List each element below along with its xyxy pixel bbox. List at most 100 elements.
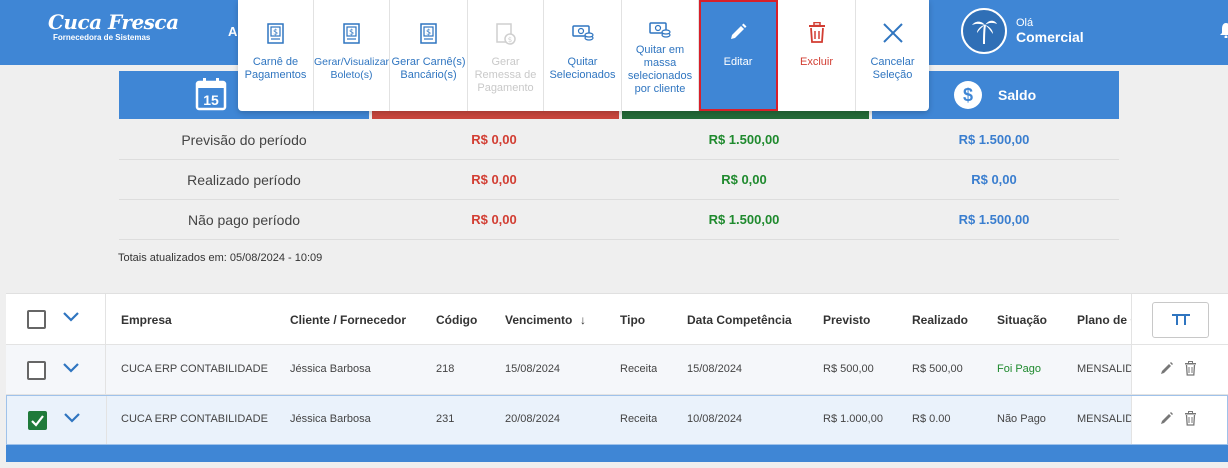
editar-label: Editar [723, 56, 753, 68]
chevron-down-icon[interactable] [64, 413, 80, 423]
cell-vencimento: 15/08/2024 [505, 363, 561, 375]
document-icon: $ [342, 22, 362, 48]
summary-value-blue: R$ 0,00 [971, 172, 1017, 187]
nav-menu-item[interactable]: A [228, 24, 237, 39]
cell-previsto: R$ 500,00 [823, 363, 874, 375]
gerar-boleto-label: Gerar/Visualizar Boleto(s) [313, 56, 390, 81]
totals-updated-text: Totais atualizados em: 05/08/2024 - 10:0… [118, 252, 323, 264]
quitar-selecionados-button[interactable]: Quitar Selecionados [544, 0, 622, 111]
saldo-label: Saldo [998, 87, 1037, 103]
cell-vencimento: 20/08/2024 [505, 413, 561, 425]
trash-icon[interactable] [1184, 361, 1197, 376]
gerar-remessa-label: Gerar Remessa de Pagamento [474, 56, 537, 94]
col-realizado[interactable]: Realizado [912, 313, 968, 327]
gerar-carne-bancario-label: Gerar Carnê(s) Bancário(s) [391, 56, 466, 81]
user-name: Comercial [1016, 29, 1084, 45]
col-plano[interactable]: Plano de C [1077, 313, 1131, 327]
carne-pagamentos-button[interactable]: $ Carnê de Pagamentos [238, 0, 314, 111]
summary-value-green: R$ 0,00 [721, 172, 767, 187]
avatar [961, 8, 1007, 54]
trash-icon[interactable] [1184, 411, 1197, 426]
cell-realizado: R$ 500,00 [912, 363, 963, 375]
row-actions-cell [1131, 396, 1227, 444]
calendar-icon: 15 [195, 77, 227, 115]
quitar-massa-button[interactable]: Quitar em massa selecionados por cliente [622, 0, 699, 111]
gerar-carne-bancario-button[interactable]: $ Gerar Carnê(s) Bancário(s) [390, 0, 468, 111]
col-situacao[interactable]: Situação [997, 313, 1047, 327]
cell-situacao: Foi Pago [997, 363, 1042, 375]
quitar-massa-label: Quitar em massa selecionados por cliente [627, 44, 693, 95]
selection-action-toolbar: $ Carnê de Pagamentos $ Gerar/Visualizar… [238, 0, 929, 111]
cell-cliente: Jéssica Barbosa [290, 363, 371, 375]
gerar-boleto-button[interactable]: $ Gerar/Visualizar Boleto(s) [314, 0, 390, 111]
cell-realizado: R$ 0.00 [912, 413, 951, 425]
document-money-icon: $ [495, 22, 517, 48]
select-all-checkbox[interactable] [27, 310, 46, 329]
palm-tree-icon [972, 20, 997, 45]
col-previsto[interactable]: Previsto [823, 313, 870, 327]
col-cliente[interactable]: Cliente / Fornecedor [290, 313, 406, 327]
header-actions-cell [1131, 294, 1228, 344]
sort-desc-icon[interactable]: ↓ [580, 313, 586, 327]
col-data-competencia[interactable]: Data Competência [687, 313, 792, 327]
column-settings-button[interactable] [1152, 302, 1209, 338]
cell-codigo: 218 [436, 363, 455, 375]
user-greeting: Olá [1016, 17, 1034, 29]
row-select-cell [6, 345, 106, 394]
cell-empresa: CUCA ERP CONTABILIDADE [121, 363, 268, 375]
excluir-label: Excluir [799, 56, 833, 68]
editar-button[interactable]: Editar [699, 0, 778, 111]
col-empresa[interactable]: Empresa [121, 313, 172, 327]
header-select-cell [6, 294, 106, 344]
summary-value-green: R$ 1.500,00 [708, 132, 780, 147]
col-tipo[interactable]: Tipo [620, 313, 645, 327]
col-codigo[interactable]: Código [436, 313, 477, 327]
pencil-icon [728, 22, 748, 48]
quitar-selecionados-label: Quitar Selecionados [549, 56, 616, 81]
row-checkbox[interactable] [28, 411, 47, 430]
summary-row: Previsão do período R$ 0,00 R$ 1.500,00 … [119, 120, 1119, 160]
table-row[interactable]: CUCA ERP CONTABILIDADE Jéssica Barbosa 2… [6, 395, 1228, 445]
summary-value-red: R$ 0,00 [471, 132, 517, 147]
row-checkbox[interactable] [27, 361, 46, 380]
summary-row: Realizado período R$ 0,00 R$ 0,00 R$ 0,0… [119, 160, 1119, 200]
summary-value-red: R$ 0,00 [471, 172, 517, 187]
excluir-button[interactable]: Excluir [778, 0, 856, 111]
table-header: Empresa Cliente / Fornecedor Código Venc… [6, 294, 1228, 345]
logo-brand: Cuca Fresca [48, 10, 179, 34]
calendar-day: 15 [203, 92, 219, 108]
bell-icon[interactable] [1220, 22, 1228, 38]
chevron-down-icon[interactable] [63, 312, 79, 322]
money-icon [571, 22, 595, 48]
close-icon [882, 22, 904, 48]
dollar-icon: $ [954, 81, 982, 109]
cell-cliente: Jéssica Barbosa [290, 413, 371, 425]
pencil-icon[interactable] [1159, 411, 1174, 426]
summary-value-blue: R$ 1.500,00 [958, 212, 1030, 227]
col-vencimento[interactable]: Vencimento [505, 313, 572, 327]
columns-icon [1171, 314, 1190, 325]
summary-row: Não pago período R$ 0,00 R$ 1.500,00 R$ … [119, 200, 1119, 240]
cell-plano: MENSALIDADE [1077, 413, 1131, 425]
document-icon: $ [419, 22, 439, 48]
cell-competencia: 15/08/2024 [687, 363, 743, 375]
gerar-remessa-button[interactable]: $ Gerar Remessa de Pagamento [468, 0, 544, 111]
cancelar-selecao-label: Cancelar Seleção [870, 56, 915, 81]
summary-label: Realizado período [187, 172, 301, 188]
summary-label: Previsão do período [181, 132, 307, 148]
table-footer-bar [6, 445, 1228, 462]
cell-codigo: 231 [436, 413, 455, 425]
pencil-icon[interactable] [1159, 361, 1174, 376]
cell-competencia: 10/08/2024 [687, 413, 743, 425]
svg-text:$: $ [272, 28, 277, 37]
cancelar-selecao-button[interactable]: Cancelar Seleção [856, 0, 929, 111]
user-menu[interactable]: Olá Comercial [961, 8, 1084, 54]
summary-table: Previsão do período R$ 0,00 R$ 1.500,00 … [119, 120, 1119, 240]
checkmark-icon [31, 415, 44, 427]
cell-situacao: Não Pago [997, 413, 1046, 425]
table-row[interactable]: CUCA ERP CONTABILIDADE Jéssica Barbosa 2… [6, 345, 1228, 395]
cell-previsto: R$ 1.000,00 [823, 413, 883, 425]
chevron-down-icon[interactable] [63, 363, 79, 373]
document-icon: $ [266, 22, 286, 48]
logo[interactable]: Cuca Fresca Fornecedora de Sistemas [48, 10, 179, 42]
